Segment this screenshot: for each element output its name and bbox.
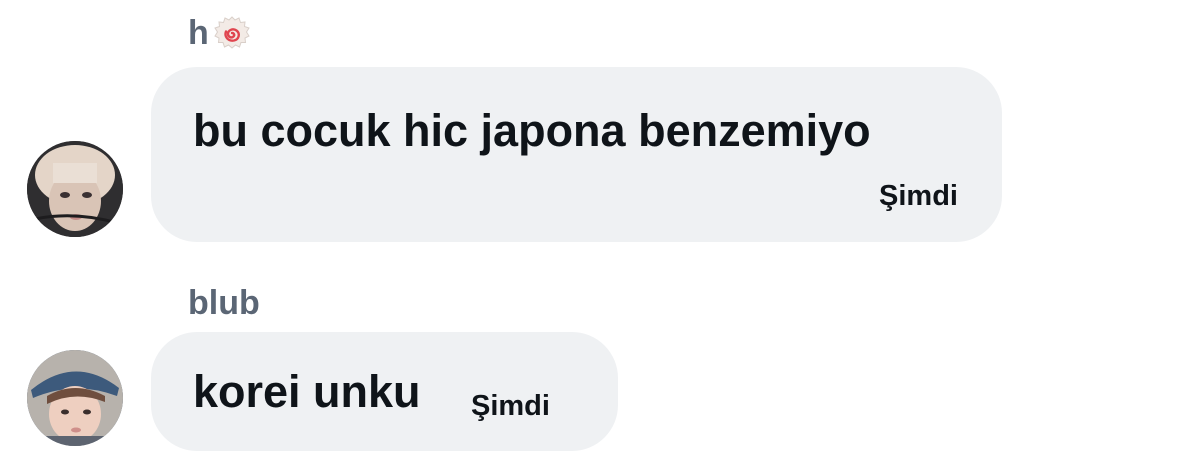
message-text: korei unku	[193, 366, 421, 417]
avatar-photo	[27, 141, 123, 237]
sender-name-label: h	[188, 14, 209, 52]
message-bubble[interactable]: bu cocuk hic japona benzemiyo Şimdi	[151, 67, 1002, 242]
avatar[interactable]	[27, 350, 123, 446]
message-text: bu cocuk hic japona benzemiyo	[193, 105, 871, 156]
sender-name[interactable]: h	[188, 14, 251, 53]
message-timestamp: Şimdi	[471, 390, 550, 422]
avatar[interactable]	[27, 141, 123, 237]
sender-name[interactable]: blub	[188, 284, 260, 323]
message-timestamp: Şimdi	[879, 180, 958, 212]
message-bubble[interactable]: korei unku Şimdi	[151, 332, 618, 451]
sender-name-label: blub	[188, 284, 260, 322]
avatar-photo	[27, 350, 123, 446]
naruto-icon	[213, 15, 251, 53]
